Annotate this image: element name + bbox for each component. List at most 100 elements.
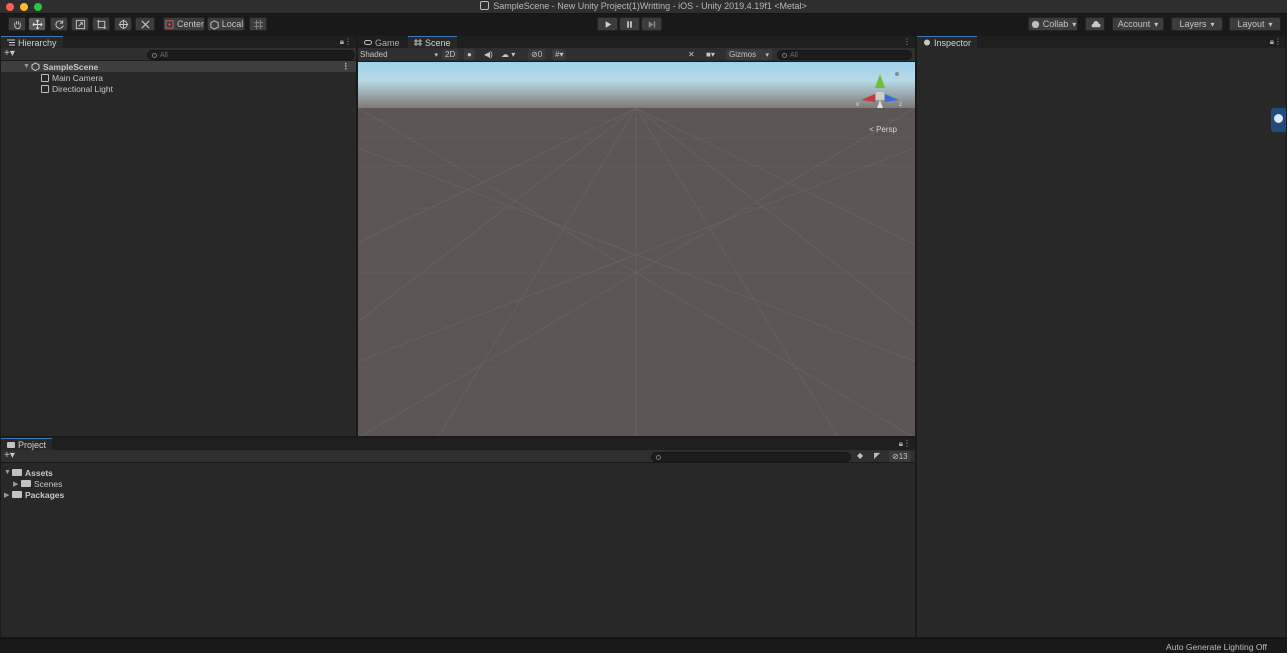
gizmos-dropdown[interactable]: Gizmos ▾ (726, 49, 772, 60)
scene-viewport[interactable]: x z < Persp (358, 62, 915, 436)
audio-toggle[interactable]: ◀) (484, 49, 493, 60)
eye-slash-icon: ⊘ (892, 452, 899, 461)
pivot-center-button[interactable]: Center (163, 17, 205, 31)
hidden-packages-toggle[interactable]: ⊘ 13 (889, 451, 911, 462)
projection-toggle[interactable]: < Persp (869, 125, 897, 134)
kebab-menu-icon[interactable]: ⋮ (1274, 37, 1282, 46)
speaker-icon: ◀) (484, 50, 493, 59)
tab-hierarchy[interactable]: Hierarchy (1, 36, 63, 48)
hand-tool-icon (13, 20, 21, 29)
scene-tabbar: Game Scene ⋮ (358, 36, 915, 48)
gizmo-z-label: z (899, 102, 902, 108)
window-title: SampleScene - New Unity Project(1)Writti… (0, 1, 1287, 11)
move-tool-button[interactable] (28, 17, 46, 31)
folder-icon (21, 480, 31, 487)
collab-dropdown[interactable]: Collab (1028, 17, 1078, 31)
kebab-menu-icon[interactable]: ⋮ (344, 37, 352, 46)
unity-scene-icon (31, 62, 40, 71)
pause-button[interactable] (619, 17, 640, 31)
game-controller-icon (364, 40, 372, 45)
grid-snap-icon (253, 19, 263, 29)
collab-side-tab[interactable] (1271, 108, 1286, 132)
tools-icon: ✕ (688, 50, 695, 59)
transform-tool-button[interactable] (114, 17, 132, 31)
filter-by-label-icon[interactable]: ◤ (874, 451, 880, 460)
layers-dropdown[interactable]: Layers (1171, 17, 1223, 31)
project-item-assets[interactable]: ▼ Assets (1, 467, 915, 478)
rotate-tool-button[interactable] (50, 17, 68, 31)
kebab-menu-icon[interactable]: ⋮ (903, 37, 911, 46)
create-dropdown-button[interactable]: +▾ (4, 48, 15, 59)
kebab-menu-icon[interactable]: ⋮ (903, 439, 911, 448)
cloud-button[interactable] (1085, 17, 1105, 31)
hand-tool-button[interactable] (8, 17, 26, 31)
scene-grid-icon (414, 39, 422, 46)
status-bar: Auto Generate Lighting Off (0, 638, 1287, 653)
expand-arrow-icon[interactable]: ▼ (23, 63, 31, 70)
scale-tool-button[interactable] (71, 17, 89, 31)
collapse-arrow-icon[interactable]: ▶ (13, 480, 21, 488)
custom-tool-button[interactable] (135, 17, 155, 31)
scene-menu-icon[interactable]: ⋮ (342, 61, 351, 72)
step-button[interactable] (641, 17, 662, 31)
lightbulb-icon: ● (467, 50, 472, 59)
tab-project[interactable]: Project (1, 438, 53, 450)
main-toolbar: Center Local Collab Account Layers Layou… (0, 14, 1287, 35)
scene-gizmo[interactable]: x z (855, 68, 905, 114)
snap-grid-button[interactable] (249, 17, 267, 31)
scene-grid (358, 108, 915, 436)
collapse-arrow-icon[interactable]: ▶ (4, 491, 12, 499)
filter-by-type-icon[interactable]: ◆ (857, 451, 863, 460)
hidden-count: 0 (537, 50, 543, 59)
local-space-icon (210, 19, 219, 30)
tab-inspector[interactable]: Inspector (917, 36, 978, 48)
pivot-space-label: Local (221, 19, 244, 29)
camera-dropdown[interactable]: ■▾ (706, 49, 715, 60)
hierarchy-subbar: +▾ All (1, 48, 356, 61)
search-icon (782, 52, 787, 58)
hierarchy-search-input[interactable]: All (147, 50, 355, 60)
shading-mode-dropdown[interactable]: Shaded ▾ (360, 49, 438, 60)
project-search-input[interactable] (651, 452, 851, 462)
toggle-2d-button[interactable]: 2D (442, 49, 459, 60)
assets-label: Assets (25, 467, 53, 478)
collab-icon (1031, 20, 1039, 28)
play-button[interactable] (597, 17, 618, 31)
pause-icon (627, 20, 632, 28)
scene-search-placeholder: All (790, 51, 798, 59)
hidden-objects-toggle[interactable]: ⊘ 0 (528, 49, 546, 60)
lighting-status-text[interactable]: Auto Generate Lighting Off (1166, 642, 1267, 652)
project-item-packages[interactable]: ▶ Packages (1, 489, 915, 500)
account-dropdown[interactable]: Account (1112, 17, 1164, 31)
create-asset-dropdown-button[interactable]: +▾ (4, 450, 15, 461)
effects-dropdown[interactable]: ☁ ▾ (501, 49, 515, 60)
transform-tool-icon (118, 19, 128, 29)
packages-label: Packages (25, 489, 65, 500)
rect-tool-button[interactable] (92, 17, 110, 31)
scene-toolbar: Shaded ▾ 2D ● ◀) ☁ ▾ ⊘ 0 #▾ ✕ ■▾ Gizmos … (358, 48, 915, 62)
project-panel: Project 🔒︎ ⋮ +▾ ◆ ◤ ⊘ 13 ▼ Assets ▶ Scen… (0, 437, 916, 638)
hierarchy-item-label: Main Camera (52, 72, 104, 83)
tools-button[interactable]: ✕ (688, 49, 695, 60)
expand-arrow-icon[interactable]: ▼ (4, 469, 12, 476)
grid-toggle-dropdown[interactable]: #▾ (552, 49, 567, 60)
pivot-space-button[interactable]: Local (207, 17, 245, 31)
pivot-center-icon (165, 19, 174, 29)
shading-mode-label: Shaded (360, 50, 388, 59)
lighting-toggle[interactable]: ● (464, 49, 475, 60)
play-icon (605, 20, 612, 28)
project-item-scenes[interactable]: ▶ Scenes (1, 478, 915, 489)
gizmo-x-label: x (856, 102, 859, 108)
scene-search-input[interactable]: All (777, 50, 912, 60)
hierarchy-item-directional-light[interactable]: Directional Light (1, 83, 356, 94)
project-subbar: +▾ ◆ ◤ ⊘ 13 (1, 450, 915, 463)
layout-label: Layout (1237, 19, 1265, 29)
layers-label: Layers (1179, 19, 1207, 29)
hierarchy-item-main-camera[interactable]: Main Camera (1, 72, 356, 83)
tab-scene[interactable]: Scene (408, 36, 457, 48)
tab-game[interactable]: Game (358, 36, 406, 48)
layout-dropdown[interactable]: Layout (1229, 17, 1281, 31)
camera-icon: ■▾ (706, 50, 715, 59)
scene-row[interactable]: ▼ SampleScene ⋮ (1, 61, 356, 72)
pivot-center-label: Center (176, 19, 204, 29)
